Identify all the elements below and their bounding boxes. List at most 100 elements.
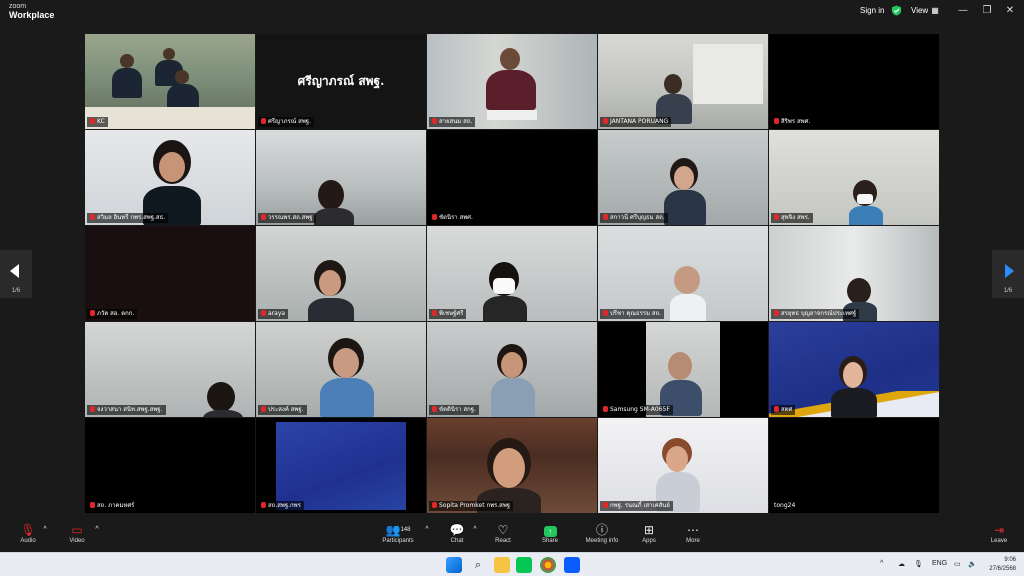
muted-mic-icon xyxy=(90,118,95,124)
clock-date: 27/6/2568 xyxy=(989,566,1016,572)
video-tile[interactable]: สกาวนี ศรีบุญธม สถ. xyxy=(598,130,768,225)
participant-name: ประสงค์ สพฐ. xyxy=(258,405,307,415)
participant-name: ภวัต สอ. ตกก. xyxy=(87,309,138,319)
meeting-info-button[interactable]: ⓘ Meeting info xyxy=(582,522,622,544)
muted-mic-icon xyxy=(603,310,608,316)
clock-time: 9:06 xyxy=(1004,557,1016,563)
video-tile[interactable]: สตศ xyxy=(769,322,939,417)
participant-name: สายสนม สถ. xyxy=(429,117,476,127)
next-page-button[interactable]: 1/6 xyxy=(992,250,1024,298)
chrome-icon[interactable] xyxy=(540,557,556,573)
leave-icon: ⇥ xyxy=(993,523,1005,537)
cloud-icon[interactable]: ☁ xyxy=(898,560,905,568)
video-tile[interactable]: จงวาสนา สนิท.สพฐ.สพฐ. xyxy=(85,322,255,417)
participant-name: จงวาสนา สนิท.สพฐ.สพฐ. xyxy=(87,405,166,415)
windows-start-icon[interactable] xyxy=(446,557,462,573)
video-tile[interactable]: ชัดนิรา สพศ. xyxy=(427,130,597,225)
video-label: Video xyxy=(69,538,85,544)
video-tile[interactable]: Samsung SM-A065F xyxy=(598,322,768,417)
participant-name: สกาวนี ศรีบุญธม สถ. xyxy=(600,213,668,223)
react-button[interactable]: ♡ React xyxy=(490,522,516,544)
view-button[interactable]: View ▦ xyxy=(911,6,939,15)
apps-icon: ⊞ xyxy=(643,523,655,537)
participants-options-button[interactable]: ^ xyxy=(422,522,432,538)
minimize-button[interactable]: — xyxy=(956,4,970,18)
share-button[interactable]: ↑ Share xyxy=(536,522,564,544)
muted-mic-icon xyxy=(432,310,437,316)
video-tile[interactable]: ศรีญาภรณ์ สพฐ. ศรีญาภรณ์ สพฐ. xyxy=(256,34,426,129)
audio-button[interactable]: 🎙 Audio xyxy=(14,522,42,544)
more-label: More xyxy=(686,538,700,544)
gallery-grid: KC ศรีญาภรณ์ สพฐ. ศรีญาภรณ์ สพฐ. สายสนม … xyxy=(85,34,939,514)
muted-mic-icon xyxy=(261,118,266,124)
video-tile[interactable]: สุพจิง สพร. xyxy=(769,130,939,225)
video-tile[interactable]: tong24 xyxy=(769,418,939,513)
prev-page-button[interactable]: 1/6 xyxy=(0,250,32,298)
muted-mic-icon xyxy=(603,214,608,220)
video-tile[interactable]: JANTANA PORUANG xyxy=(598,34,768,129)
chevron-up-icon[interactable]: ^ xyxy=(880,560,883,567)
share-screen-icon: ↑ xyxy=(536,522,564,538)
muted-mic-icon xyxy=(774,214,779,220)
system-clock[interactable]: 9:06 27/6/2568 xyxy=(984,556,1016,574)
zoom-taskbar-icon[interactable] xyxy=(564,557,580,573)
muted-mic-icon xyxy=(432,502,437,508)
participants-label: Participants xyxy=(382,538,414,544)
video-button[interactable]: ▭ Video xyxy=(62,522,92,544)
muted-mic-icon xyxy=(432,118,437,124)
video-tile[interactable]: KC xyxy=(85,34,255,129)
zoom-logo: zoom Workplace xyxy=(9,2,54,20)
video-tile[interactable]: วรรณพร.สถ.สพฐ xyxy=(256,130,426,225)
video-tile[interactable]: ประสงค์ สพฐ. xyxy=(256,322,426,417)
participant-name: สตศ xyxy=(771,405,796,415)
chat-options-button[interactable]: ^ xyxy=(470,522,480,538)
chat-button[interactable]: 💬 Chat xyxy=(444,522,470,544)
shield-icon[interactable] xyxy=(891,5,902,16)
video-tile[interactable]: สรยุทธ บุญอาจกรณ์ประเทศฐ์ xyxy=(769,226,939,321)
participant-name: พิเชษฐ์ศรี xyxy=(429,309,467,319)
video-tile[interactable]: ปรีชา คุณธรรม สถ. xyxy=(598,226,768,321)
video-options-button[interactable]: ^ xyxy=(92,522,102,538)
file-explorer-icon[interactable] xyxy=(494,557,510,573)
participant-name: ชัดนิรา สพศ. xyxy=(429,213,476,223)
chevron-up-icon: ^ xyxy=(425,526,429,533)
search-icon[interactable]: ⌕ xyxy=(470,557,486,573)
react-label: React xyxy=(495,538,511,544)
participant-name: สรยุทธ บุญอาจกรณ์ประเทศฐ์ xyxy=(771,309,860,319)
heart-icon: ♡ xyxy=(497,523,509,537)
leave-button[interactable]: ⇥ Leave xyxy=(986,522,1012,544)
video-tile[interactable]: araya xyxy=(256,226,426,321)
network-icon[interactable]: ▭ xyxy=(954,560,961,568)
video-tile[interactable]: สถ. ภาคมหศร์ xyxy=(85,418,255,513)
participant-name: ศรีญาภรณ์ สพฐ. xyxy=(258,117,314,127)
participants-button[interactable]: 👥148 Participants xyxy=(378,522,418,544)
video-tile[interactable]: พิเชษฐ์ศรี xyxy=(427,226,597,321)
video-tile[interactable]: สถ.สพฐ.กพร xyxy=(256,418,426,513)
muted-mic-icon xyxy=(603,502,608,508)
logo-line2: Workplace xyxy=(9,10,55,20)
muted-mic-icon xyxy=(774,118,779,124)
volume-icon[interactable]: 🔈 xyxy=(968,560,977,568)
video-tile[interactable]: ภวัต สอ. ตกก. xyxy=(85,226,255,321)
participants-icon: 👥148 xyxy=(385,523,411,537)
more-button[interactable]: ⋯ More xyxy=(680,522,706,544)
chat-label: Chat xyxy=(450,538,464,544)
video-tile[interactable]: สวิมล อินทรี กพร.สพฐ.สธ. xyxy=(85,130,255,225)
muted-mic-icon xyxy=(90,406,95,412)
microphone-icon[interactable]: 🎙 xyxy=(914,560,923,568)
audio-options-button[interactable]: ^ xyxy=(40,522,50,538)
video-tile[interactable]: ขัตตินิรา สกฐ. xyxy=(427,322,597,417)
apps-button[interactable]: ⊞ Apps xyxy=(636,522,662,544)
video-tile[interactable]: สายสนม สถ. xyxy=(427,34,597,129)
video-tile[interactable]: สิริพร สพศ. xyxy=(769,34,939,129)
close-button[interactable]: ✕ xyxy=(1003,4,1017,18)
language-indicator[interactable]: ENG xyxy=(932,560,947,567)
participant-name: สุพจิง สพร. xyxy=(771,213,813,223)
restore-button[interactable]: ❐ xyxy=(980,4,994,18)
participant-display-name: ศรีญาภรณ์ สพฐ. xyxy=(297,74,385,88)
participant-name: tong24 xyxy=(771,501,799,511)
line-app-icon[interactable] xyxy=(516,557,532,573)
video-tile[interactable]: กพฐ. รนณภิ์ เสาเค่สันย์ xyxy=(598,418,768,513)
sign-in-button[interactable]: Sign in xyxy=(860,6,884,15)
video-tile[interactable]: Sopita Promket กพร.สพฐ xyxy=(427,418,597,513)
